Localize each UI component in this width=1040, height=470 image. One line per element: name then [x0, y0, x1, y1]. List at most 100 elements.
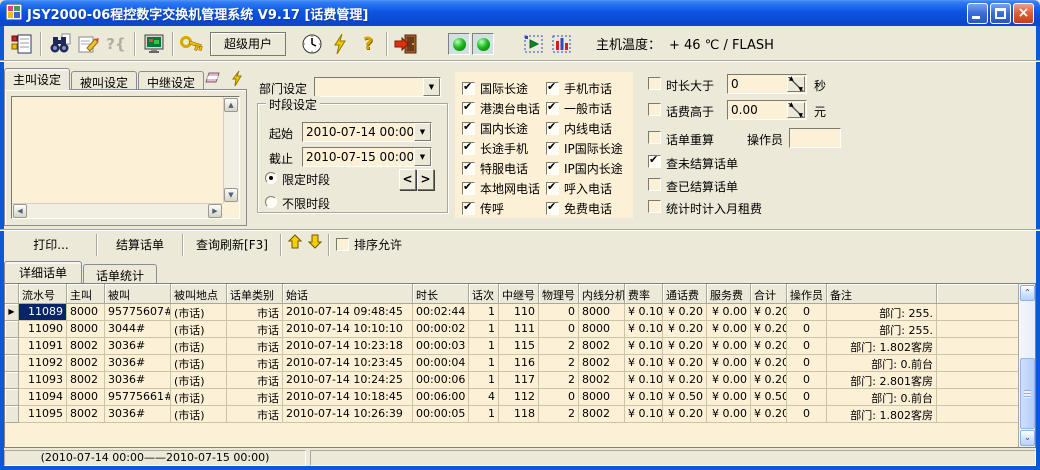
column-header[interactable]: 话次	[469, 284, 499, 304]
table-cell[interactable]: ¥ 0.20	[663, 321, 707, 338]
call-type-option[interactable]: 手机市话	[546, 78, 623, 98]
table-cell[interactable]: 0	[787, 338, 827, 355]
table-cell[interactable]: 2010-07-14 09:48:45	[283, 304, 413, 321]
settle-button[interactable]: 结算话单	[102, 234, 178, 256]
column-header[interactable]: 内线分机	[579, 284, 625, 304]
table-cell[interactable]: ¥ 0.20	[751, 406, 787, 423]
checkbox-checked-icon[interactable]	[462, 142, 475, 155]
table-cell[interactable]: 8002	[579, 372, 625, 389]
unsettled-checkbox[interactable]	[648, 155, 661, 168]
caller-settings-textarea[interactable]: ▲ ▼ ◀ ▶	[11, 96, 240, 219]
table-cell[interactable]: 0	[787, 406, 827, 423]
fee-filter-checkbox[interactable]	[648, 103, 661, 116]
key-button[interactable]	[178, 30, 206, 58]
report-button[interactable]	[8, 30, 36, 58]
column-header[interactable]: 流水号	[19, 284, 67, 304]
lightning-button[interactable]	[326, 30, 354, 58]
scroll-left-icon[interactable]: ◀	[13, 204, 27, 218]
table-cell[interactable]: 00:02:44	[413, 304, 469, 321]
close-button[interactable]: ×	[1013, 3, 1034, 24]
table-cell[interactable]: ¥ 0.10	[625, 389, 663, 406]
table-cell[interactable]: 2010-07-14 10:26:39	[283, 406, 413, 423]
table-cell[interactable]: 11090	[19, 321, 67, 338]
table-cell[interactable]: 11094	[19, 389, 67, 406]
table-cell[interactable]: 2010-07-14 10:23:18	[283, 338, 413, 355]
table-cell[interactable]: ¥ 0.20	[751, 355, 787, 372]
table-cell[interactable]: 部门: 2.801客房	[827, 372, 937, 389]
table-cell[interactable]: 4	[469, 389, 499, 406]
column-header[interactable]: 时长	[413, 284, 469, 304]
table-cell[interactable]: 8002	[67, 372, 105, 389]
next-period-button[interactable]: >	[417, 169, 434, 190]
table-cell[interactable]: 1	[469, 355, 499, 372]
call-type-option[interactable]: 国际长途	[462, 78, 540, 98]
table-cell[interactable]: (市话)	[171, 389, 227, 406]
column-header[interactable]: 始话	[283, 284, 413, 304]
table-row[interactable]: ▶11089800095775607#(市话)市话2010-07-14 09:4…	[5, 304, 1018, 321]
table-row[interactable]: 1109380023036#(市话)市话2010-07-14 10:24:250…	[5, 372, 1018, 389]
column-header[interactable]: 被叫地点	[171, 284, 227, 304]
limited-period-radio[interactable]	[265, 172, 277, 184]
led-indicator-2[interactable]	[472, 33, 494, 55]
maximize-button[interactable]	[990, 3, 1011, 24]
checkbox-checked-icon[interactable]	[546, 142, 559, 155]
table-cell[interactable]: 2010-07-14 10:18:45	[283, 389, 413, 406]
table-cell[interactable]: 3036#	[105, 338, 171, 355]
table-cell[interactable]: 110	[499, 304, 539, 321]
operator-input[interactable]	[789, 128, 841, 148]
grid-vscrollbar[interactable]: ⌃ ⌄	[1018, 284, 1035, 447]
table-cell[interactable]: ¥ 0.10	[625, 406, 663, 423]
column-header[interactable]: 操作员	[787, 284, 827, 304]
call-type-option[interactable]: 内线电话	[546, 118, 623, 138]
textarea-hscrollbar[interactable]: ◀ ▶	[12, 203, 223, 218]
table-cell[interactable]: 市话	[227, 406, 283, 423]
tab-callee-settings[interactable]: 被叫设定	[71, 71, 137, 90]
call-type-option[interactable]: 国内长途	[462, 118, 540, 138]
table-cell[interactable]: 3036#	[105, 355, 171, 372]
table-cell[interactable]: ¥ 0.00	[707, 304, 751, 321]
table-cell[interactable]: 00:00:02	[413, 321, 469, 338]
spinner-icon[interactable]	[787, 76, 805, 92]
table-cell[interactable]: 00:00:06	[413, 372, 469, 389]
table-cell[interactable]: ¥ 0.20	[751, 321, 787, 338]
checkbox-checked-icon[interactable]	[462, 202, 475, 215]
call-type-option[interactable]: 港澳台电话	[462, 98, 540, 118]
tab-record-statistics[interactable]: 话单统计	[83, 264, 157, 283]
table-cell[interactable]: 0	[787, 355, 827, 372]
table-cell[interactable]: 0	[539, 321, 579, 338]
table-cell[interactable]: 11095	[19, 406, 67, 423]
column-header[interactable]: 话单类别	[227, 284, 283, 304]
table-cell[interactable]: ¥ 0.20	[663, 355, 707, 372]
context-help-button[interactable]: ?{	[102, 30, 130, 58]
table-cell[interactable]: 8002	[67, 406, 105, 423]
column-header[interactable]: 通话费	[663, 284, 707, 304]
table-cell[interactable]: 8002	[579, 338, 625, 355]
table-cell[interactable]: 0	[787, 321, 827, 338]
clock-button[interactable]	[298, 30, 326, 58]
table-row[interactable]: 11094800095775661#(市话)市话2010-07-14 10:18…	[5, 389, 1018, 406]
table-cell[interactable]: ¥ 0.20	[663, 338, 707, 355]
table-cell[interactable]: ¥ 0.00	[707, 406, 751, 423]
chevron-down-icon[interactable]: ▼	[414, 123, 431, 141]
table-cell[interactable]: 11091	[19, 338, 67, 355]
monthly-fee-checkbox[interactable]	[648, 200, 661, 213]
table-cell[interactable]: 115	[499, 338, 539, 355]
table-cell[interactable]: ¥ 0.20	[751, 372, 787, 389]
table-cell[interactable]: 00:06:00	[413, 389, 469, 406]
table-cell[interactable]: 95775607#	[105, 304, 171, 321]
table-cell[interactable]: (市话)	[171, 304, 227, 321]
table-cell[interactable]: (市话)	[171, 321, 227, 338]
checkbox-checked-icon[interactable]	[462, 162, 475, 175]
end-datetime-select[interactable]: 2010-07-15 00:00▼	[302, 147, 432, 167]
call-type-option[interactable]: 特服电话	[462, 158, 540, 178]
table-cell[interactable]: 2	[539, 338, 579, 355]
checkbox-checked-icon[interactable]	[546, 182, 559, 195]
call-type-option[interactable]: 免费电话	[546, 198, 623, 218]
table-cell[interactable]: 2010-07-14 10:24:25	[283, 372, 413, 389]
checkbox-checked-icon[interactable]	[546, 162, 559, 175]
tab-trunk-settings[interactable]: 中继设定	[138, 71, 204, 90]
table-cell[interactable]: ¥ 0.10	[625, 338, 663, 355]
settled-checkbox[interactable]	[648, 178, 661, 191]
call-type-option[interactable]: IP国内长途	[546, 158, 623, 178]
scroll-up-icon[interactable]: ▲	[224, 98, 238, 112]
